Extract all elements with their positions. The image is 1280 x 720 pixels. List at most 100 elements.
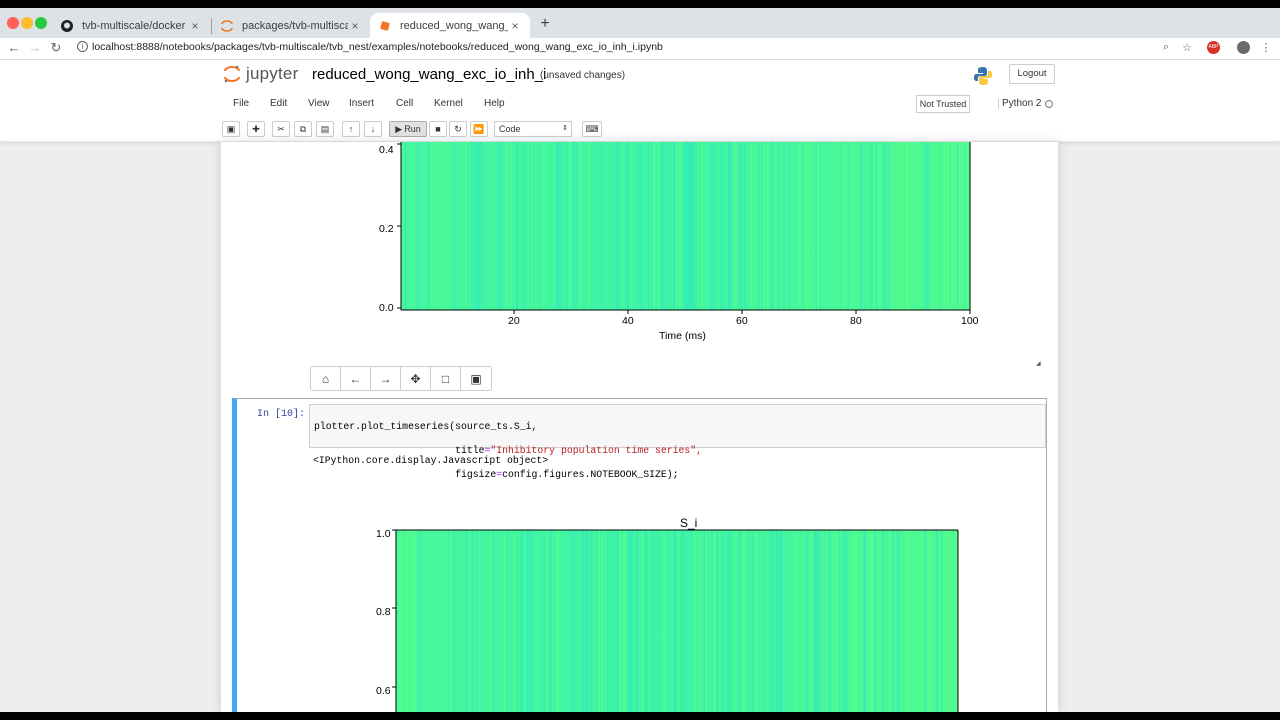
heatmap-streak	[901, 142, 903, 310]
download-button[interactable]: ▣	[461, 367, 491, 390]
heatmap-streak	[649, 531, 652, 712]
extension-abp-icon[interactable]: ABP	[1207, 41, 1220, 54]
heatmap-streak	[736, 142, 738, 310]
forward-arrow-icon[interactable]: →	[28, 40, 42, 55]
heatmap-streak	[621, 531, 623, 712]
ytick-label: 0.2	[379, 223, 394, 235]
restart-run-all-button[interactable]: ⏩	[470, 121, 488, 137]
move-down-button[interactable]: ↓	[364, 121, 382, 137]
not-trusted-badge[interactable]: Not Trusted	[916, 95, 970, 113]
forward-button[interactable]: →	[371, 367, 401, 390]
heatmap-streak	[950, 531, 952, 712]
save-button[interactable]: ▣	[222, 121, 240, 137]
menu-cell[interactable]: Cell	[396, 98, 413, 109]
heatmap-streak	[850, 142, 852, 310]
cut-button[interactable]: ✂	[272, 121, 290, 137]
notebook-title[interactable]: reduced_wong_wang_exc_io_inh_i	[312, 66, 546, 83]
pan-button[interactable]: ✥	[401, 367, 431, 390]
heatmap-streak	[745, 531, 747, 712]
heatmap-streak	[720, 142, 722, 310]
tab-notebook-active[interactable]: reduced_wong_wang_exc_io_in ×	[370, 13, 530, 38]
menu-file[interactable]: File	[233, 98, 249, 109]
heatmap-streak	[409, 531, 412, 712]
heatmap-streak	[693, 142, 696, 310]
heatmap-streak	[546, 531, 548, 712]
heatmap-streak	[729, 142, 730, 310]
heatmap-streak	[773, 142, 774, 310]
heatmap-streak	[479, 142, 481, 310]
heatmap-streak	[516, 142, 519, 310]
heatmap-streak	[691, 142, 693, 310]
heatmap-streak	[798, 142, 801, 310]
menu-help[interactable]: Help	[484, 98, 505, 109]
heatmap-streak	[887, 531, 889, 712]
copy-button[interactable]: ⧉	[294, 121, 312, 137]
cell-type-select[interactable]: Code ⇕	[494, 121, 572, 137]
heatmap-streak	[895, 531, 897, 712]
heatmap-streak	[533, 142, 535, 310]
jupyter-logo[interactable]: jupyter	[224, 64, 298, 84]
heatmap-streak	[651, 142, 653, 310]
move-up-button[interactable]: ↑	[342, 121, 360, 137]
heatmap-streak	[890, 142, 893, 310]
heatmap-streak	[453, 531, 455, 712]
info-icon[interactable]: i	[77, 41, 88, 52]
paste-icon: ▤	[320, 123, 330, 134]
heatmap-streak	[950, 142, 953, 310]
heatmap-streak	[501, 531, 503, 712]
insert-cell-button[interactable]: ✚	[247, 121, 265, 137]
command-palette-button[interactable]: ⌨	[582, 121, 602, 137]
heatmap-streak	[842, 531, 843, 712]
heatmap-streak	[748, 142, 750, 310]
interrupt-button[interactable]: ■	[429, 121, 447, 137]
zoom-icon[interactable]: ⌕	[1159, 41, 1173, 54]
heatmap-streak	[739, 531, 741, 712]
menu-view[interactable]: View	[308, 98, 330, 109]
menu-kernel[interactable]: Kernel	[434, 98, 463, 109]
menu-edit[interactable]: Edit	[270, 98, 287, 109]
menu-insert[interactable]: Insert	[349, 98, 374, 109]
close-icon[interactable]: ×	[348, 19, 362, 33]
bookmark-star-icon[interactable]: ☆	[1180, 41, 1194, 54]
restart-button[interactable]: ↻	[449, 121, 467, 137]
close-window-button[interactable]	[7, 17, 19, 29]
zoom-rect-button[interactable]: □	[431, 367, 461, 390]
heatmap-streak	[673, 531, 676, 712]
heatmap-streak	[917, 531, 919, 712]
resize-handle-icon[interactable]: ◢	[1036, 360, 1041, 367]
heatmap-streak	[734, 142, 737, 310]
code-editor[interactable]: plotter.plot_timeseries(source_ts.S_i, t…	[309, 404, 1046, 480]
browser-toolbar: ← → ↻ i localhost:8888/notebooks/package…	[0, 38, 1280, 60]
close-icon[interactable]: ×	[508, 19, 522, 33]
new-tab-button[interactable]: +	[538, 15, 552, 33]
address-bar[interactable]: localhost:8888/notebooks/packages/tvb-mu…	[92, 41, 663, 53]
heatmap-streak	[904, 142, 906, 310]
heatmap-streak	[827, 531, 830, 712]
home-button[interactable]: ⌂	[311, 367, 341, 390]
menu-kebab-icon[interactable]: ⋮	[1259, 41, 1273, 54]
code-cell-selected[interactable]: In [10]: plotter.plot_timeseries(source_…	[232, 398, 1047, 712]
minimize-window-button[interactable]	[21, 17, 33, 29]
heatmap-streak	[939, 142, 941, 310]
heatmap-streak	[448, 142, 450, 310]
heatmap-streak	[480, 531, 482, 712]
heatmap-streak	[684, 142, 686, 310]
run-button[interactable]: ▶ Run	[389, 121, 427, 137]
heatmap-streak	[813, 142, 815, 310]
heatmap-streak	[964, 142, 966, 310]
paste-button[interactable]: ▤	[316, 121, 334, 137]
heatmap-streak	[627, 142, 629, 310]
reload-icon[interactable]: ↻	[49, 40, 63, 56]
tab-packages[interactable]: packages/tvb-multiscale/tvb_n ×	[212, 13, 370, 38]
avatar[interactable]	[1237, 41, 1250, 54]
back-arrow-icon[interactable]: ←	[7, 40, 21, 55]
maximize-window-button[interactable]	[35, 17, 47, 29]
back-button[interactable]: ←	[341, 367, 371, 390]
tab-github[interactable]: tvb-multiscale/docker at maste ×	[52, 13, 210, 38]
heatmap-streak	[498, 142, 501, 310]
logout-button[interactable]: Logout	[1009, 64, 1055, 84]
close-icon[interactable]: ×	[188, 19, 202, 33]
heatmap-streak	[462, 531, 465, 712]
heatmap-streak	[542, 142, 544, 310]
heatmap-streak	[906, 142, 908, 310]
